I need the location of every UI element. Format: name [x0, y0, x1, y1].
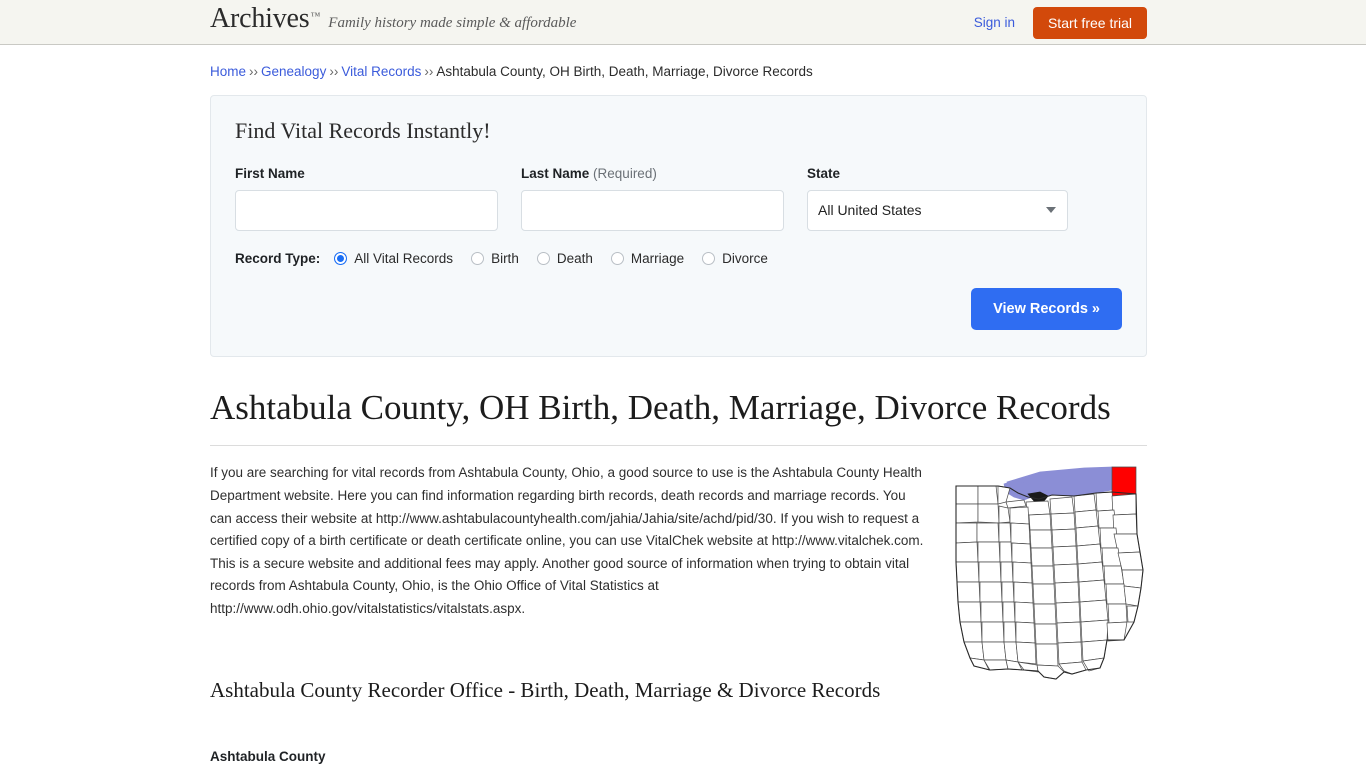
- ohio-county-map-image: [944, 466, 1147, 683]
- radio-icon[interactable]: [702, 251, 716, 265]
- radio-label: All Vital Records: [354, 250, 454, 266]
- radio-option-marriage[interactable]: Marriage: [610, 250, 685, 266]
- state-label: State: [807, 165, 841, 181]
- radio-label: Death: [556, 250, 593, 266]
- first-name-field-group: First Name: [235, 166, 498, 231]
- trademark-icon: ™: [310, 11, 321, 22]
- site-tagline: Family history made simple & affordable: [328, 15, 577, 31]
- record-type-label: Record Type:: [235, 250, 321, 266]
- breadcrumb-item-vital-records[interactable]: Vital Records: [341, 64, 421, 79]
- radio-icon[interactable]: [471, 251, 485, 265]
- radio-icon[interactable]: [536, 251, 550, 265]
- header-inner: Archives ™ Family history made simple & a…: [0, 0, 1366, 45]
- recorder-office-address: Ashtabula County 25 W Jefferson St Jeffe…: [210, 746, 1147, 768]
- logo-wordmark: Archives: [210, 3, 310, 34]
- radio-label: Birth: [491, 250, 519, 266]
- radio-option-divorce[interactable]: Divorce: [702, 251, 768, 266]
- last-name-required-note: (Required): [593, 165, 657, 181]
- radio-icon[interactable]: [610, 251, 624, 265]
- breadcrumb-separator-icon: ››: [424, 64, 434, 79]
- breadcrumb-item-genealogy[interactable]: Genealogy: [261, 64, 326, 79]
- breadcrumb-item-current: Ashtabula County, OH Birth, Death, Marri…: [436, 64, 813, 79]
- breadcrumb-item-home[interactable]: Home: [210, 64, 246, 79]
- first-name-label: First Name: [235, 165, 305, 181]
- breadcrumb-separator-icon: ››: [249, 64, 259, 79]
- first-name-input[interactable]: [235, 189, 498, 231]
- article-body-paragraph: If you are searching for vital records f…: [210, 465, 924, 616]
- radio-option-all-vital-records[interactable]: All Vital Records: [334, 251, 453, 266]
- article: If you are searching for vital records f…: [210, 462, 1147, 768]
- page-body: Home ›› Genealogy ›› Vital Records ›› Ashtabul…: [0, 63, 1366, 768]
- radio-icon[interactable]: [334, 251, 348, 265]
- sign-in-link[interactable]: Sign in: [974, 15, 1015, 30]
- radio-option-death[interactable]: Death: [536, 250, 593, 266]
- breadcrumb-separator-icon: ››: [329, 64, 339, 79]
- page-title: Ashtabula County, OH Birth, Death, Marri…: [210, 387, 1147, 447]
- radio-option-birth[interactable]: Birth: [471, 251, 519, 266]
- search-fields-row: First Name Last Name (Required) State Al…: [235, 166, 1122, 231]
- record-type-row: Record Type: All Vital Records Birth Dea…: [235, 251, 1122, 266]
- address-org-name: Ashtabula County: [210, 748, 326, 764]
- search-submit-row: View Records »: [235, 287, 1122, 331]
- state-select-wrap: All United States: [807, 189, 1068, 231]
- site-header: Archives ™ Family history made simple & a…: [0, 0, 1366, 45]
- view-records-button[interactable]: View Records »: [971, 287, 1122, 331]
- vital-records-search-panel: Find Vital Records Instantly! First Name…: [210, 94, 1147, 358]
- state-field-group: State All United States: [807, 166, 1068, 231]
- breadcrumb: Home ›› Genealogy ›› Vital Records ›› Ashtabul…: [210, 63, 1148, 82]
- last-name-field-group: Last Name (Required): [521, 166, 784, 231]
- start-free-trial-button[interactable]: Start free trial: [1032, 6, 1147, 39]
- last-name-label: Last Name (Required): [521, 166, 784, 181]
- state-select[interactable]: All United States: [807, 189, 1068, 231]
- header-actions: Sign in Start free trial: [974, 0, 1147, 45]
- site-logo[interactable]: Archives ™ Family history made simple & a…: [210, 5, 576, 33]
- search-panel-title: Find Vital Records Instantly!: [235, 117, 491, 143]
- last-name-input[interactable]: [521, 189, 784, 231]
- content-column: Home ›› Genealogy ›› Vital Records ›› Ashtabul…: [210, 63, 1148, 768]
- last-name-label-text: Last Name: [521, 165, 590, 181]
- radio-label: Divorce: [722, 250, 768, 266]
- radio-label: Marriage: [630, 250, 685, 266]
